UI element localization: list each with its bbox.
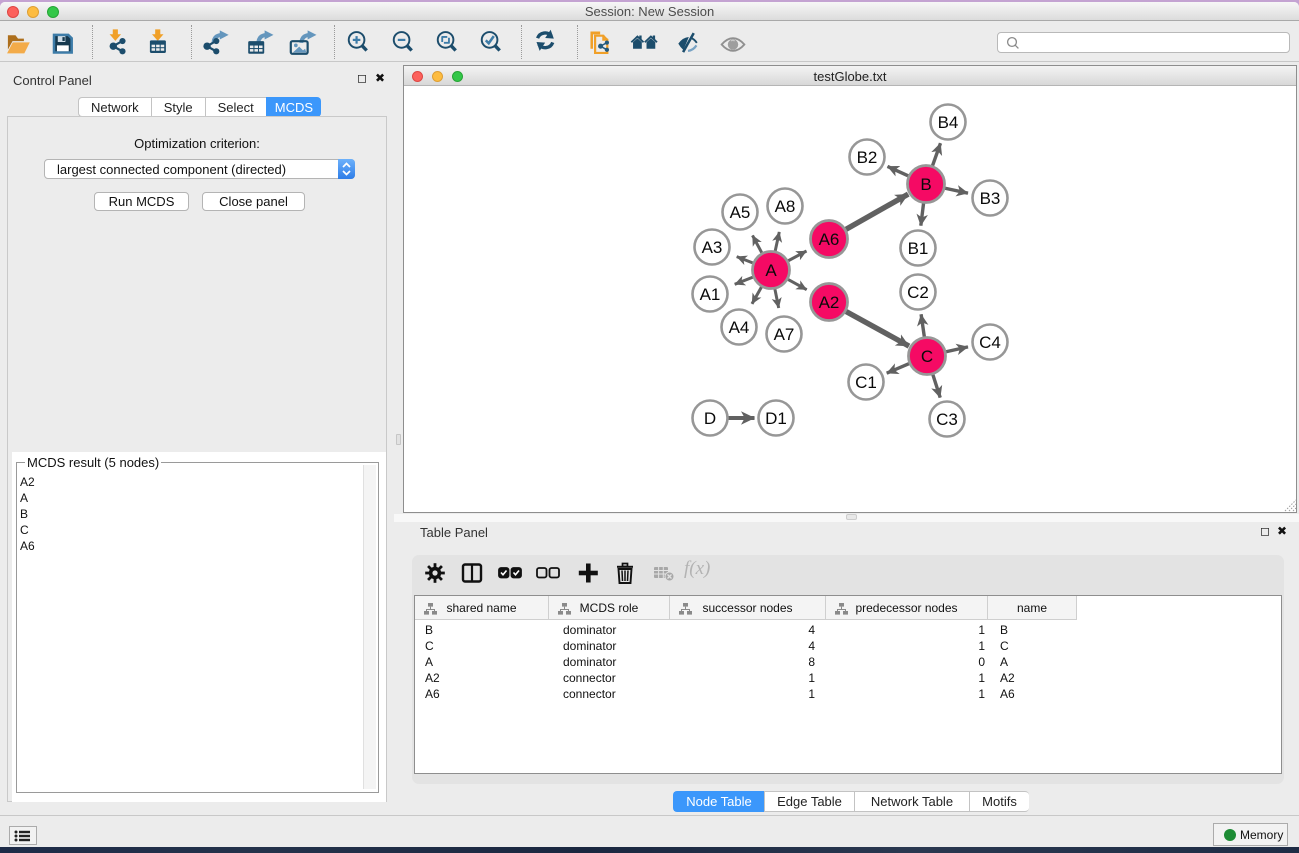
svg-text:D1: D1 — [765, 409, 787, 428]
svg-text:C: C — [921, 347, 933, 366]
svg-text:C3: C3 — [936, 410, 958, 429]
svg-text:B3: B3 — [980, 189, 1001, 208]
svg-text:A5: A5 — [730, 203, 751, 222]
svg-text:A1: A1 — [700, 285, 721, 304]
svg-text:A4: A4 — [729, 318, 750, 337]
svg-text:D: D — [704, 409, 716, 428]
svg-text:A6: A6 — [819, 230, 840, 249]
svg-text:A8: A8 — [775, 197, 796, 216]
svg-text:C1: C1 — [855, 373, 877, 392]
svg-text:A7: A7 — [774, 325, 795, 344]
svg-text:C4: C4 — [979, 333, 1001, 352]
svg-text:A2: A2 — [819, 293, 840, 312]
svg-text:B: B — [920, 175, 931, 194]
svg-text:B2: B2 — [857, 148, 878, 167]
svg-text:A3: A3 — [702, 238, 723, 257]
svg-text:A: A — [765, 261, 777, 280]
svg-text:C2: C2 — [907, 283, 929, 302]
svg-text:B1: B1 — [908, 239, 929, 258]
svg-text:B4: B4 — [938, 113, 959, 132]
